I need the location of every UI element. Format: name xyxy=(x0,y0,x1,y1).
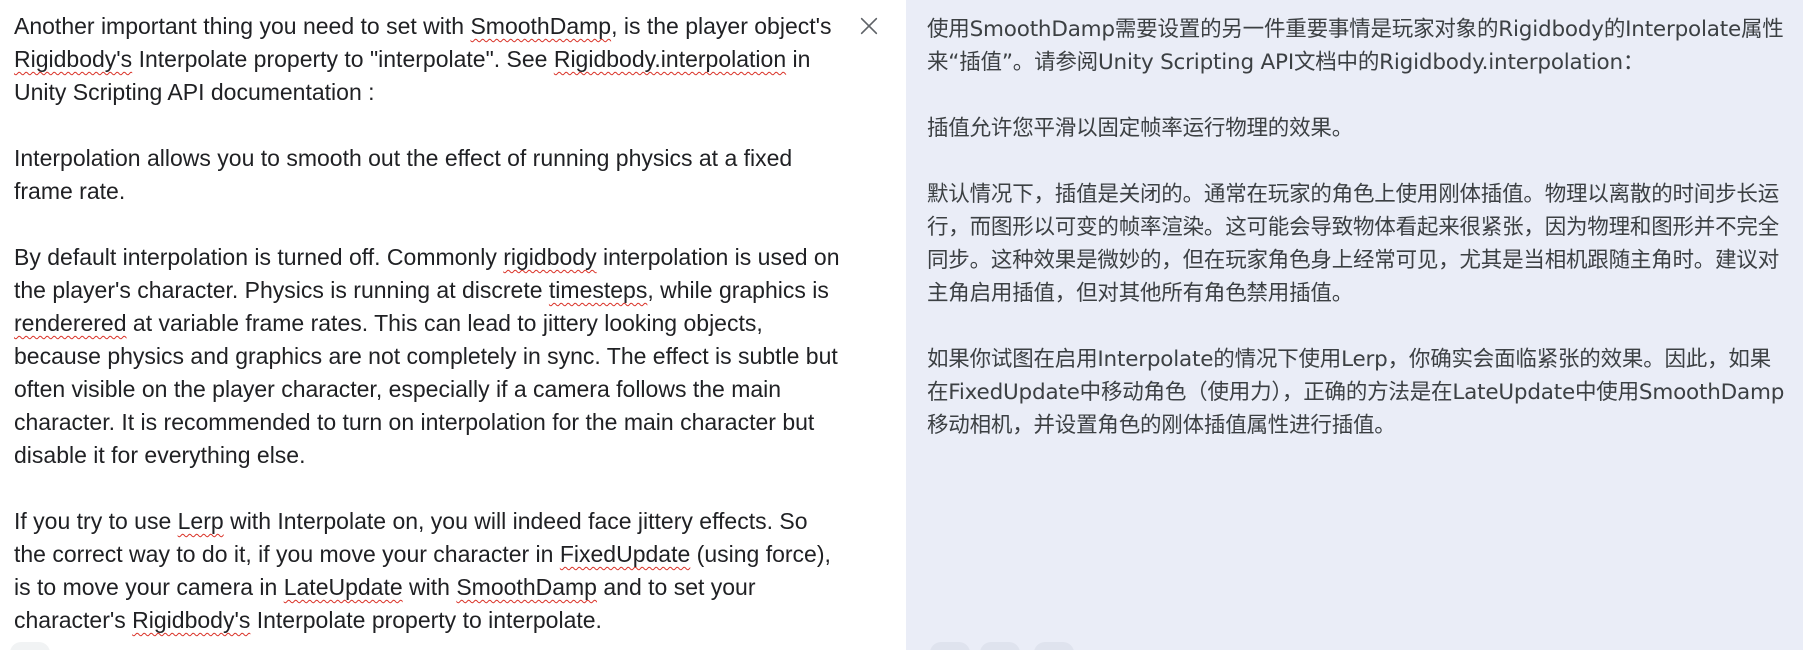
source-text-segment: at variable frame rates. This can lead t… xyxy=(14,310,838,468)
translation-paragraph: 默认情况下，插值是关闭的。通常在玩家的角色上使用刚体插值。物理以离散的时间步长运… xyxy=(927,182,1780,306)
source-text-segment: Another important thing you need to set … xyxy=(14,13,471,39)
translation-toolbar-hint xyxy=(1034,642,1074,650)
translation-paragraph: 插值允许您平滑以固定帧率运行物理的效果。 xyxy=(927,116,1354,141)
source-paragraph: Another important thing you need to set … xyxy=(14,10,844,109)
close-icon xyxy=(860,17,878,35)
source-pane[interactable]: Another important thing you need to set … xyxy=(0,0,906,650)
source-paragraph: If you try to use Lerp with Interpolate … xyxy=(14,505,844,637)
misspelled-word[interactable]: Rigidbody's xyxy=(14,46,132,72)
misspelled-word[interactable]: FixedUpdate xyxy=(560,541,690,567)
source-text-segment: with xyxy=(402,574,457,600)
misspelled-word[interactable]: rigidbody xyxy=(503,244,596,270)
misspelled-word[interactable]: Lerp xyxy=(178,508,224,534)
source-paragraph: By default interpolation is turned off. … xyxy=(14,241,844,472)
translation-toolbar-hint xyxy=(930,642,970,650)
clear-source-button[interactable] xyxy=(855,12,883,40)
misspelled-word[interactable]: LateUpdate xyxy=(284,574,403,600)
translator-panel: Another important thing you need to set … xyxy=(0,0,1803,650)
translation-output: 使用SmoothDamp需要设置的另一件重要事情是玩家对象的Rigidbody的… xyxy=(927,13,1789,442)
source-paragraph: Interpolation allows you to smooth out t… xyxy=(14,142,844,208)
source-text-segment: By default interpolation is turned off. … xyxy=(14,244,504,270)
source-toolbar-hint xyxy=(10,642,50,650)
source-text-segment: If you try to use xyxy=(14,508,178,534)
source-text-segment: Interpolation allows you to smooth out t… xyxy=(14,145,793,204)
source-text-segment: Interpolate property to interpolate. xyxy=(250,607,602,633)
misspelled-word[interactable]: Rigidbody.interpolation xyxy=(554,46,786,72)
misspelled-word[interactable]: SmoothDamp xyxy=(470,13,611,39)
source-textarea[interactable]: Another important thing you need to set … xyxy=(14,10,844,637)
source-text-segment: , while graphics is xyxy=(647,277,829,303)
source-text-segment: , is the player object's xyxy=(611,13,832,39)
source-text-segment: Interpolate property to "interpolate". S… xyxy=(132,46,554,72)
translation-paragraph: 使用SmoothDamp需要设置的另一件重要事情是玩家对象的Rigidbody的… xyxy=(927,17,1784,75)
misspelled-word[interactable]: Rigidbody's xyxy=(132,607,250,633)
translation-pane: 使用SmoothDamp需要设置的另一件重要事情是玩家对象的Rigidbody的… xyxy=(906,0,1803,650)
misspelled-word[interactable]: renderered xyxy=(14,310,127,336)
misspelled-word[interactable]: timesteps xyxy=(549,277,647,303)
translation-paragraph: 如果你试图在启用Interpolate的情况下使用Lerp，你确实会面临紧张的效… xyxy=(927,347,1785,438)
translation-toolbar-hint xyxy=(980,642,1020,650)
misspelled-word[interactable]: SmoothDamp xyxy=(456,574,597,600)
